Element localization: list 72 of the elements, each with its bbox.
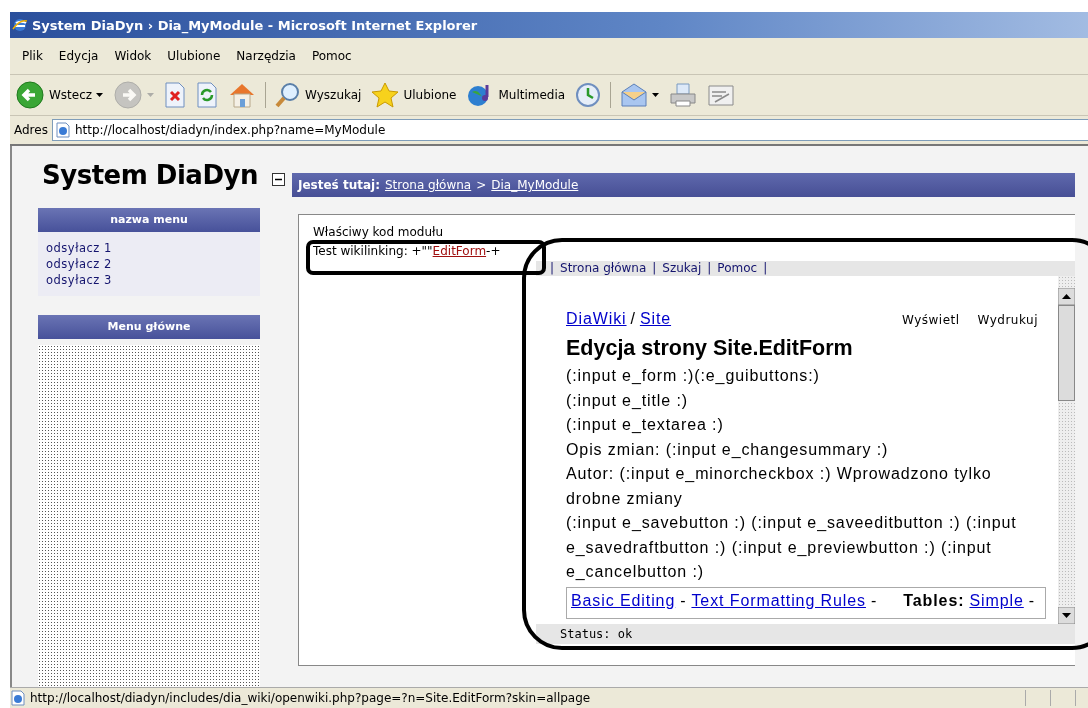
search-button[interactable]: Wyszukaj — [272, 80, 365, 110]
help-link[interactable]: Simple — [969, 591, 1024, 610]
nav-separator: | — [550, 261, 555, 276]
menu-item[interactable]: Widok — [106, 47, 160, 65]
nav-link[interactable]: Strona główna — [560, 261, 647, 276]
page-icon — [54, 122, 71, 138]
wiki-link[interactable]: EditForm — [432, 244, 487, 258]
printer-icon — [669, 82, 698, 108]
page-action-link[interactable]: Wyświetl — [902, 313, 960, 327]
breadcrumb-separator: > — [476, 178, 487, 192]
window-title: System DiaDyn › Dia_MyModule - Microsoft Internet Explorer — [32, 17, 478, 33]
back-button[interactable]: Wstecz — [12, 80, 107, 110]
breadcrumb-link[interactable]: Strona główna — [384, 178, 472, 192]
edit-document-icon — [707, 83, 736, 107]
menu-item[interactable]: Narzędzia — [228, 47, 304, 65]
markup-line: (:input e_form :)(:e_guibuttons:) — [566, 366, 821, 386]
frame-status: Status: ok — [536, 624, 1075, 644]
nav-link[interactable]: Pomoc — [717, 261, 758, 276]
nav-separator: | — [707, 261, 712, 276]
link-separator: - — [1028, 591, 1035, 610]
envelope-icon — [620, 82, 649, 108]
nav-link[interactable]: Szukaj — [662, 261, 702, 276]
refresh-icon — [196, 82, 219, 108]
nav-separator: | — [763, 261, 768, 276]
star-icon — [371, 82, 400, 108]
menu-item[interactable]: Edycja — [50, 47, 107, 65]
history-icon — [575, 82, 602, 108]
markup-line: (:input e_title :) — [566, 390, 690, 411]
scrollbar[interactable] — [1058, 276, 1075, 624]
address-label: Adres — [14, 123, 48, 137]
menu-link[interactable]: odsyłacz 3 — [46, 272, 252, 288]
search-icon — [275, 82, 302, 108]
collapse-icon[interactable] — [272, 173, 285, 186]
nav-separator: | — [652, 261, 657, 276]
markup-line: Autor: (:input e_minorcheckbox :) Wprowadzono tylko drobne zmiany — [566, 464, 993, 509]
menu-header: nazwa menu — [38, 208, 260, 232]
breadcrumb-link[interactable]: Dia_MyModule — [491, 178, 579, 192]
scroll-down-icon[interactable] — [1058, 607, 1075, 624]
browser-icon — [12, 17, 28, 33]
markup-line: Opis zmian: (:input e_changesummary :) — [566, 439, 890, 460]
path-separator: / — [630, 310, 636, 328]
link-separator: - — [680, 591, 687, 610]
caret-icon — [96, 93, 104, 97]
menu-item[interactable]: Ulubione — [159, 47, 229, 65]
test-line: Test wikilinking: +""EditForm-+ — [313, 244, 502, 259]
stop-icon — [164, 82, 187, 108]
caret-icon — [652, 93, 660, 97]
scroll-up-icon[interactable] — [1058, 288, 1075, 305]
address-field[interactable]: http://localhost/diadyn/index.php?name=MyModule — [51, 119, 1088, 141]
markup-line: (:input e_textarea :) — [566, 415, 725, 435]
help-link[interactable]: Text Formatting Rules — [691, 591, 866, 610]
help-link[interactable]: Basic Editing — [571, 591, 676, 610]
path-link[interactable]: Site — [639, 310, 672, 328]
status-text: http://localhost/diadyn/includes/dia_wiki/openwiki.php?page=?n=Site.EditForm?skin=allpage — [10, 690, 1025, 706]
page-heading: Edycja strony Site.EditForm — [566, 336, 854, 361]
media-button[interactable]: Multimedia — [463, 80, 569, 110]
menu-header: Menu główne — [38, 315, 260, 339]
menu-link[interactable]: odsyłacz 1 — [46, 240, 252, 256]
favorites-button[interactable]: Ulubione — [368, 80, 460, 110]
markup-line: (:input e_savebutton :) (:input e_saveeditbutton :) (:input e_savedraftbutton :) (:input e_previewbutton :) (:input e_cancelbutton :) — [566, 513, 1018, 582]
caret-icon — [147, 93, 155, 97]
tables-label: Tables: — [903, 591, 965, 610]
page-action-link[interactable]: Wydrukuj — [977, 313, 1038, 327]
page-icon — [10, 690, 26, 706]
link-separator: - — [870, 591, 878, 610]
module-heading: Właściwy kod modułu — [313, 225, 445, 240]
menu-item[interactable]: Pomoc — [303, 47, 360, 65]
breadcrumb-label: Jesteś tutaj: — [298, 178, 380, 192]
menu-item[interactable]: Plik — [14, 47, 51, 65]
site-title: System DiaDyn — [41, 159, 259, 192]
menu-link[interactable]: odsyłacz 2 — [46, 256, 252, 272]
path-link[interactable]: DiaWiki — [566, 310, 627, 328]
